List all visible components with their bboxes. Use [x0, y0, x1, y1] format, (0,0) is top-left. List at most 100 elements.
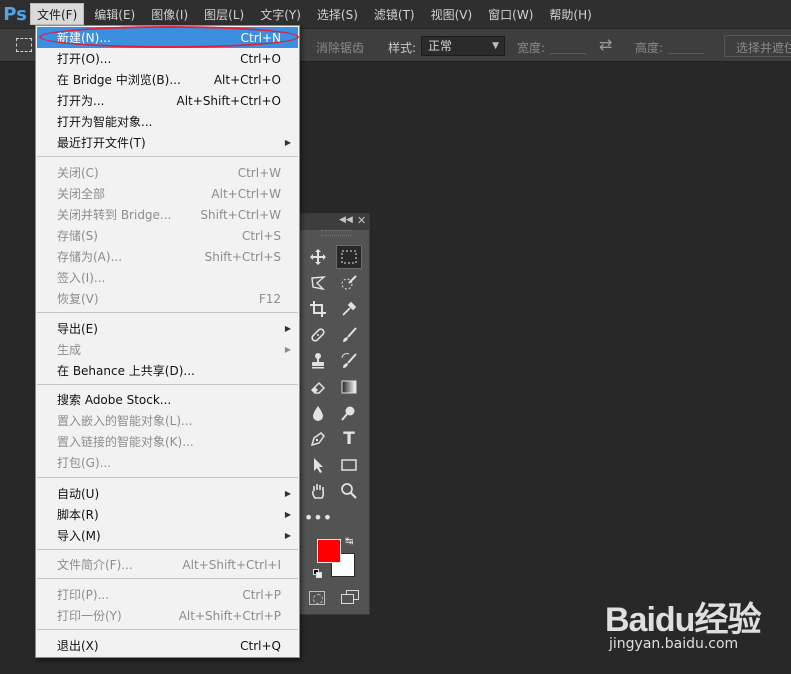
menu-image[interactable]: 图像(I)	[145, 3, 194, 25]
watermark-logo: Baidu经验	[605, 601, 761, 639]
menu-item-new[interactable]: 新建(N)... Ctrl+N	[37, 27, 298, 48]
swap-colors-icon[interactable]: ↹	[345, 536, 353, 547]
hand-icon[interactable]	[305, 479, 331, 503]
menu-item-file-info[interactable]: 文件简介(F)... Alt+Shift+Ctrl+I	[37, 554, 298, 575]
anti-alias-label[interactable]: 消除锯齿	[316, 39, 364, 56]
menu-item-label: 置入链接的智能对象(K)...	[57, 435, 194, 449]
menu-item-open-recent[interactable]: 最近打开文件(T) ▶	[37, 132, 298, 153]
quick-selection-icon[interactable]	[336, 271, 362, 295]
screen-mode-icon[interactable]	[341, 590, 359, 605]
height-field[interactable]	[668, 38, 704, 54]
style-select[interactable]: 正常 ▼	[421, 36, 505, 56]
menu-item-label: 签入(I)...	[57, 271, 106, 285]
menu-item-shortcut: Ctrl+O	[240, 51, 281, 66]
eraser-icon[interactable]	[305, 375, 331, 399]
width-field[interactable]	[550, 38, 586, 54]
menu-separator	[37, 477, 298, 478]
marquee-preset-icon[interactable]	[16, 38, 32, 52]
menu-item-label: 恢复(V)	[57, 292, 99, 306]
healing-brush-icon[interactable]	[305, 323, 331, 347]
menu-item-automate[interactable]: 自动(U) ▶	[37, 483, 298, 504]
photoshop-logo: Ps	[3, 3, 27, 25]
menu-item-print[interactable]: 打印(P)... Ctrl+P	[37, 584, 298, 605]
menu-item-shortcut: Ctrl+S	[241, 228, 281, 243]
more-tools-icon[interactable]: •••	[304, 505, 332, 529]
foreground-color-swatch[interactable]	[317, 539, 341, 563]
history-brush-icon[interactable]	[336, 349, 362, 373]
menu-item-check-in[interactable]: 签入(I)...	[37, 267, 298, 288]
menu-item-generate[interactable]: 生成 ▶	[37, 339, 298, 360]
menu-item-place-embedded[interactable]: 置入嵌入的智能对象(L)...	[37, 410, 298, 431]
menu-item-label: 在 Behance 上共享(D)...	[57, 364, 195, 378]
menu-item-open[interactable]: 打开(O)... Ctrl+O	[37, 48, 298, 69]
quick-mask-icon[interactable]	[309, 591, 325, 605]
pen-icon[interactable]	[305, 427, 331, 451]
default-colors-icon[interactable]	[313, 569, 323, 579]
path-selection-icon[interactable]	[305, 453, 331, 477]
menu-item-package[interactable]: 打包(G)...	[37, 452, 298, 473]
menu-filter[interactable]: 滤镜(T)	[368, 3, 421, 25]
menu-item-close[interactable]: 关闭(C) Ctrl+W	[37, 162, 298, 183]
menu-item-save-as[interactable]: 存储为(A)... Shift+Ctrl+S	[37, 246, 298, 267]
collapse-icon[interactable]: ◀◀	[339, 215, 353, 225]
menu-help[interactable]: 帮助(H)	[543, 3, 597, 25]
panel-grip[interactable]	[321, 230, 351, 236]
select-and-mask-button[interactable]: 选择并遮住	[724, 35, 791, 57]
menu-view[interactable]: 视图(V)	[425, 3, 479, 25]
lasso-icon[interactable]	[305, 271, 331, 295]
menu-type[interactable]: 文字(Y)	[254, 3, 307, 25]
style-label: 样式:	[388, 41, 417, 55]
menu-file[interactable]: 文件(F)	[30, 3, 85, 25]
menu-item-exit[interactable]: 退出(X) Ctrl+Q	[37, 635, 298, 656]
menu-item-label: 打开(O)...	[57, 52, 112, 66]
menu-item-import[interactable]: 导入(M) ▶	[37, 525, 298, 546]
blur-icon[interactable]	[305, 401, 331, 425]
width-label: 宽度:	[517, 41, 546, 55]
menu-item-shortcut: Shift+Ctrl+W	[200, 207, 281, 222]
eyedropper-icon[interactable]	[336, 297, 362, 321]
menu-item-browse-in-bridge[interactable]: 在 Bridge 中浏览(B)... Alt+Ctrl+O	[37, 69, 298, 90]
menu-item-place-linked[interactable]: 置入链接的智能对象(K)...	[37, 431, 298, 452]
menu-layer[interactable]: 图层(L)	[198, 3, 250, 25]
menu-item-shortcut: F12	[258, 291, 281, 306]
move-icon[interactable]	[305, 245, 331, 269]
brush-icon[interactable]	[336, 323, 362, 347]
menu-item-label: 退出(X)	[57, 639, 99, 653]
menu-item-label: 脚本(R)	[57, 508, 99, 522]
gradient-icon[interactable]	[336, 375, 362, 399]
menu-item-print-one-copy[interactable]: 打印一份(Y) Alt+Shift+Ctrl+P	[37, 605, 298, 626]
menu-window[interactable]: 窗口(W)	[482, 3, 539, 25]
crop-icon[interactable]	[305, 297, 331, 321]
swap-dimensions-icon[interactable]: ⇄	[599, 35, 612, 54]
menu-item-open-as[interactable]: 打开为... Alt+Shift+Ctrl+O	[37, 90, 298, 111]
file-menu-dropdown: 新建(N)... Ctrl+N 打开(O)... Ctrl+O 在 Bridge…	[35, 25, 300, 658]
menu-item-close-and-go-to-bridge[interactable]: 关闭并转到 Bridge... Shift+Ctrl+W	[37, 204, 298, 225]
menu-item-save[interactable]: 存储(S) Ctrl+S	[37, 225, 298, 246]
rectangle-icon[interactable]	[336, 453, 362, 477]
type-icon[interactable]: T	[336, 427, 362, 451]
menu-item-shortcut: Alt+Ctrl+W	[211, 186, 281, 201]
menu-item-label: 打包(G)...	[57, 456, 112, 470]
menu-item-scripts[interactable]: 脚本(R) ▶	[37, 504, 298, 525]
menu-item-label: 打开为...	[57, 94, 105, 108]
close-icon[interactable]: ✕	[357, 214, 366, 227]
menu-edit[interactable]: 编辑(E)	[88, 3, 141, 25]
clone-stamp-icon[interactable]	[305, 349, 331, 373]
menu-item-export[interactable]: 导出(E) ▶	[37, 318, 298, 339]
rectangular-marquee-icon[interactable]	[336, 245, 362, 269]
menu-item-share-on-behance[interactable]: 在 Behance 上共享(D)...	[37, 360, 298, 381]
watermark-url: jingyan.baidu.com	[609, 636, 739, 652]
menu-item-label: 文件简介(F)...	[57, 558, 133, 572]
menu-item-label: 关闭(C)	[57, 166, 99, 180]
menu-item-search-adobe-stock[interactable]: 搜索 Adobe Stock...	[37, 389, 298, 410]
menu-item-revert[interactable]: 恢复(V) F12	[37, 288, 298, 309]
submenu-arrow-icon: ▶	[284, 531, 291, 540]
menu-item-label: 关闭并转到 Bridge...	[57, 208, 172, 222]
menu-item-close-all[interactable]: 关闭全部 Alt+Ctrl+W	[37, 183, 298, 204]
select-and-mask-label: 选择并遮住	[736, 41, 791, 55]
dodge-icon[interactable]	[336, 401, 362, 425]
tools-panel-header[interactable]: ◀◀ ✕	[299, 214, 369, 230]
zoom-icon[interactable]	[336, 479, 362, 503]
menu-select[interactable]: 选择(S)	[311, 3, 364, 25]
menu-item-open-as-smart-object[interactable]: 打开为智能对象...	[37, 111, 298, 132]
